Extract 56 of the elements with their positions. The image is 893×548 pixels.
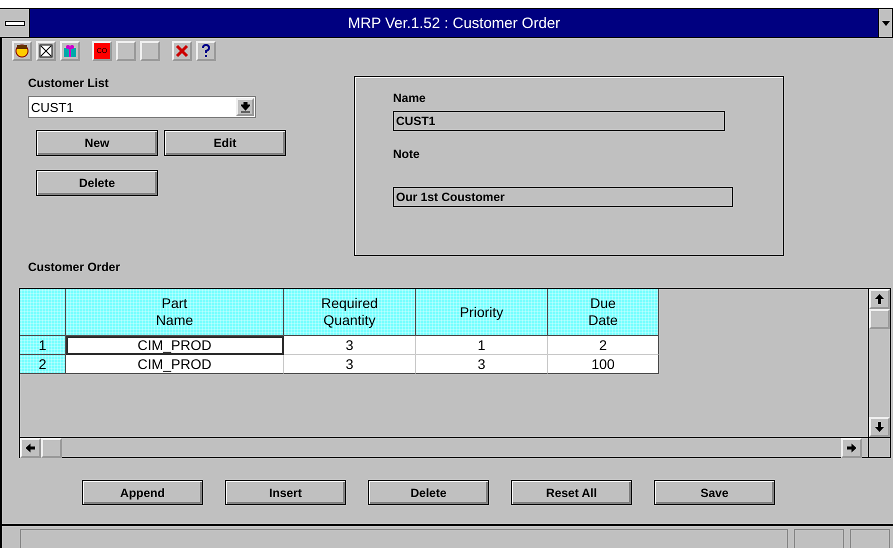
name-label: Name <box>393 91 427 105</box>
table-cell[interactable]: 3 <box>284 355 416 374</box>
scroll-thumb[interactable] <box>41 438 62 458</box>
column-header[interactable]: Required Quantity <box>284 289 416 336</box>
close-icon <box>175 44 189 58</box>
action-button[interactable]: Delete <box>368 480 489 505</box>
table-cell[interactable]: CIM_PROD <box>66 355 284 374</box>
column-header[interactable]: Priority <box>416 289 548 336</box>
name-field: CUST1 <box>393 111 725 131</box>
down-arrow-icon <box>875 422 884 432</box>
column-header[interactable]: Due Date <box>548 289 659 336</box>
table-cell[interactable]: 1 <box>416 336 548 355</box>
corner-header <box>20 289 66 336</box>
action-button[interactable]: Save <box>654 480 775 505</box>
row-number[interactable]: 1 <box>20 336 66 355</box>
customer-list-label: Customer List <box>28 76 110 90</box>
face-icon <box>15 44 29 58</box>
left-arrow-icon <box>26 442 35 452</box>
triangle-icon <box>882 20 890 26</box>
action-button[interactable]: Append <box>82 480 203 505</box>
toolbar-button[interactable] <box>36 41 56 61</box>
horizontal-scrollbar[interactable] <box>20 437 868 457</box>
customer-dropdown[interactable]: CUST1 <box>28 96 256 118</box>
table-cell[interactable]: 2 <box>548 336 659 355</box>
dash-icon <box>4 20 24 26</box>
customer-order-label: Customer Order <box>28 260 122 274</box>
scroll-up-button[interactable] <box>869 289 890 309</box>
scroll-down-button[interactable] <box>869 417 890 437</box>
scroll-thumb[interactable] <box>869 309 890 329</box>
customer-button[interactable]: Delete <box>36 170 158 196</box>
dropdown-button[interactable] <box>236 98 254 116</box>
toolbar-button[interactable] <box>12 41 32 61</box>
help-icon <box>200 44 212 58</box>
action-button[interactable]: Insert <box>225 480 346 505</box>
system-menu-button[interactable] <box>0 9 30 37</box>
note-label: Note <box>393 147 421 161</box>
up-arrow-icon <box>875 294 884 304</box>
note-field: Our 1st Coustomer <box>393 187 733 207</box>
toolbar-button[interactable] <box>196 41 216 61</box>
customer-button[interactable]: New <box>36 130 158 156</box>
table-cell[interactable]: 100 <box>548 355 659 374</box>
window-title: MRP Ver.1.52 : Customer Order <box>346 14 562 34</box>
table-cell[interactable]: 3 <box>416 355 548 374</box>
vertical-scrollbar[interactable] <box>868 289 890 437</box>
table-cell[interactable]: CIM_PROD <box>66 336 284 355</box>
table-cell[interactable]: 3 <box>284 336 416 355</box>
gift-icon <box>63 44 77 58</box>
action-button[interactable]: Reset All <box>511 480 632 505</box>
down-arrow-icon <box>240 102 250 112</box>
column-header[interactable]: Part Name <box>66 289 284 336</box>
right-arrow-icon <box>847 442 856 452</box>
customer-button[interactable]: Edit <box>164 130 286 156</box>
minimize-button[interactable] <box>878 9 892 37</box>
row-number[interactable]: 2 <box>20 355 66 374</box>
scroll-right-button[interactable] <box>841 438 862 458</box>
scroll-left-button[interactable] <box>20 438 41 458</box>
